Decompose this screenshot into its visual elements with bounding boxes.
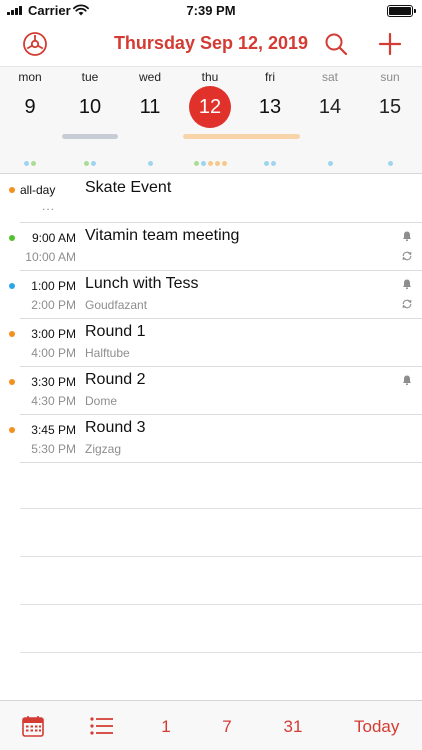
event-dots xyxy=(360,161,420,167)
event-end-time: 2:00 PM xyxy=(31,298,76,312)
event-dots xyxy=(300,161,360,167)
day-number: 10 xyxy=(78,96,102,118)
calendar-color-dot xyxy=(9,283,15,289)
battery-icon xyxy=(387,5,416,17)
allday-label: all-day xyxy=(20,183,56,197)
event-start-time: 9:00 AM xyxy=(31,231,76,245)
week-strip: mon 9 tue 10 wed 11 thu 12 fri 13 sat 14… xyxy=(0,66,422,174)
event-dots xyxy=(120,161,180,167)
event-title: Round 1 xyxy=(85,323,146,340)
day-name: sat xyxy=(321,70,338,84)
event-end-time: 4:30 PM xyxy=(31,394,76,408)
divider xyxy=(20,652,422,653)
day-number: 11 xyxy=(139,96,161,118)
day-view-button[interactable]: 1 xyxy=(160,717,172,737)
day-name: fri xyxy=(265,70,275,84)
plus-icon xyxy=(379,33,401,55)
repeat-icon xyxy=(402,299,412,309)
today-button[interactable]: Today xyxy=(354,717,399,737)
day-tue[interactable]: tue 10 xyxy=(60,67,120,175)
bell-icon xyxy=(403,279,411,290)
event-location: Dome xyxy=(85,394,118,408)
bell-icon xyxy=(403,375,411,386)
event-dots xyxy=(0,161,60,167)
divider xyxy=(20,556,422,557)
event-location: Goudfazant xyxy=(85,298,148,312)
day-mon[interactable]: mon 9 xyxy=(0,67,60,175)
event-title: Round 2 xyxy=(85,371,146,388)
day-number: 13 xyxy=(258,96,282,118)
list-view-button[interactable] xyxy=(90,716,114,741)
list-item-allday[interactable]: all-day ... Skate Event xyxy=(0,175,422,223)
status-time: 7:39 PM xyxy=(186,3,236,18)
event-dots xyxy=(240,161,300,167)
nav-bar: Thursday Sep 12, 2019 xyxy=(0,22,422,66)
day-sat[interactable]: sat 14 xyxy=(300,67,360,175)
day-name: thu xyxy=(201,70,219,84)
day-fri[interactable]: fri 13 xyxy=(240,67,300,175)
event-end-time: 10:00 AM xyxy=(25,250,76,264)
list-item[interactable]: 3:00 PM 4:00 PM Round 1 Halftube xyxy=(0,319,422,367)
day-name: tue xyxy=(81,70,99,84)
divider xyxy=(20,604,422,605)
event-end-time: 4:00 PM xyxy=(31,346,76,360)
day-name: mon xyxy=(18,70,42,84)
event-start-time: 3:30 PM xyxy=(31,375,76,389)
add-event-button[interactable] xyxy=(376,30,404,58)
today-marker: 12 xyxy=(189,86,231,128)
calendar-view-button[interactable] xyxy=(22,715,44,742)
day-number: 14 xyxy=(318,96,342,118)
day-sun[interactable]: sun 15 xyxy=(360,67,420,175)
event-start-time: 3:45 PM xyxy=(31,423,76,437)
event-end-time: 5:30 PM xyxy=(31,442,76,456)
multiday-event-bar xyxy=(62,134,118,139)
event-start-time: 3:00 PM xyxy=(31,327,76,341)
list-item[interactable]: 1:00 PM 2:00 PM Lunch with Tess Goudfaza… xyxy=(0,271,422,319)
page-title[interactable]: Thursday Sep 12, 2019 xyxy=(0,33,422,54)
search-button[interactable] xyxy=(322,30,350,58)
day-number: 9 xyxy=(24,96,36,118)
bottom-toolbar: 1 7 31 Today xyxy=(0,700,422,750)
day-name: wed xyxy=(138,70,161,84)
day-wed[interactable]: wed 11 xyxy=(120,67,180,175)
event-title: Vitamin team meeting xyxy=(85,227,240,244)
week-view-button[interactable]: 7 xyxy=(221,717,233,737)
list-item[interactable]: 9:00 AM 10:00 AM Vitamin team meeting xyxy=(0,223,422,271)
multiday-event-bar xyxy=(183,134,300,139)
day-name: sun xyxy=(380,70,400,84)
event-list: all-day ... Skate Event 9:00 AM 10:00 AM… xyxy=(0,175,422,463)
calendar-color-dot xyxy=(9,235,15,241)
status-bar: Carrier 7:39 PM xyxy=(0,0,422,22)
search-icon xyxy=(325,33,348,56)
more-indicator: ... xyxy=(42,199,56,213)
bell-icon xyxy=(403,231,411,242)
calendar-color-dot xyxy=(9,331,15,337)
event-dots xyxy=(180,161,240,167)
event-location: Halftube xyxy=(85,346,130,360)
event-title: Lunch with Tess xyxy=(85,275,199,292)
event-start-time: 1:00 PM xyxy=(31,279,76,293)
event-title: Round 3 xyxy=(85,419,146,436)
calendar-color-dot xyxy=(9,427,15,433)
list-item[interactable]: 3:45 PM 5:30 PM Round 3 Zigzag xyxy=(0,415,422,463)
event-dots xyxy=(60,161,120,167)
calendar-color-dot xyxy=(9,379,15,385)
calendar-color-dot xyxy=(9,187,15,193)
month-view-button[interactable]: 31 xyxy=(282,717,304,737)
repeat-icon xyxy=(402,251,412,261)
event-title: Skate Event xyxy=(85,179,172,196)
divider xyxy=(20,508,422,509)
event-location: Zigzag xyxy=(85,442,122,456)
calendar-icon xyxy=(22,716,44,737)
day-thu[interactable]: thu 12 xyxy=(180,67,240,175)
list-item[interactable]: 3:30 PM 4:30 PM Round 2 Dome xyxy=(0,367,422,415)
day-number: 15 xyxy=(378,96,402,118)
list-icon xyxy=(90,717,113,735)
